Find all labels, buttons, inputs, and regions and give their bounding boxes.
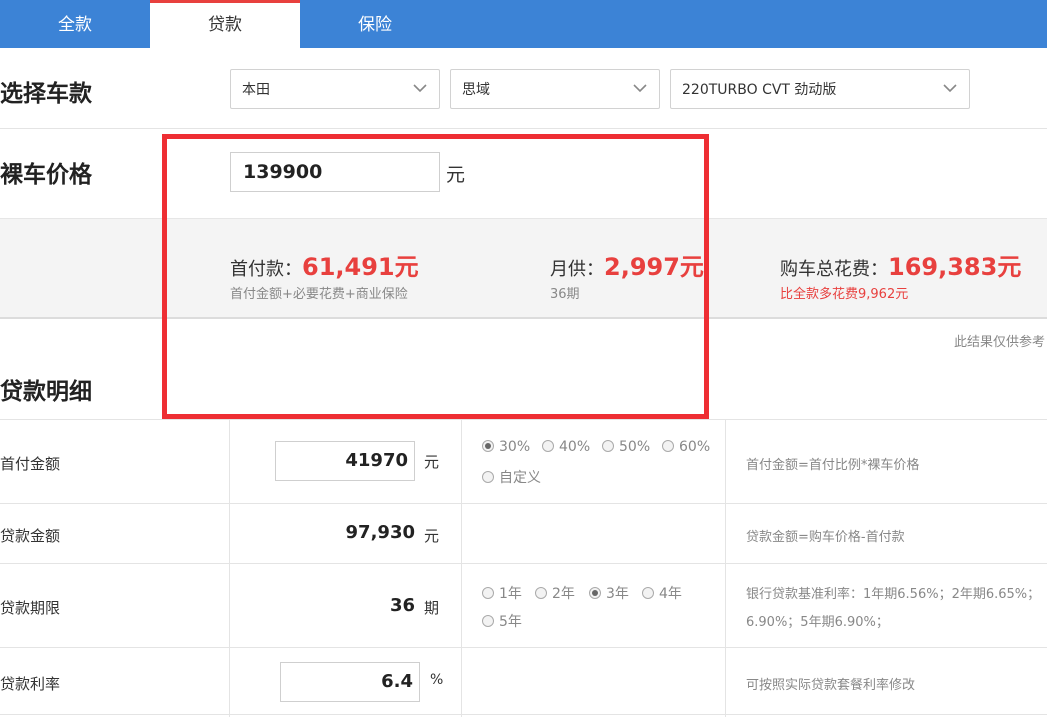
loan-amount-unit: 元 bbox=[424, 527, 440, 545]
series-select[interactable]: 思域 bbox=[450, 69, 660, 109]
model-select[interactable]: 220TURBO CVT 劲动版 bbox=[670, 69, 970, 109]
loan-rate-input[interactable]: 6.4 bbox=[280, 662, 420, 702]
column-divider bbox=[229, 420, 230, 717]
total-label: 购车总花费： bbox=[780, 259, 888, 280]
price-input[interactable]: 139900 bbox=[230, 152, 440, 192]
tab-loan[interactable]: 贷款 bbox=[150, 0, 300, 48]
radio-icon bbox=[535, 587, 547, 599]
radio-label: 50% bbox=[619, 439, 651, 455]
down-payment-value: 61,491元 bbox=[302, 253, 419, 281]
chevron-down-icon bbox=[633, 84, 647, 93]
divider bbox=[0, 647, 1047, 648]
term-2-year-radio[interactable]: 2年 bbox=[535, 583, 575, 603]
down-payment-label: 首付款： bbox=[230, 259, 302, 280]
radio-label: 5年 bbox=[499, 614, 522, 630]
radio-label: 1年 bbox=[499, 586, 522, 602]
term-5-year-radio[interactable]: 5年 bbox=[482, 611, 522, 631]
down-amount-label: 首付金额 bbox=[0, 455, 61, 473]
column-divider bbox=[461, 420, 462, 717]
chevron-down-icon bbox=[413, 84, 427, 93]
radio-label: 3年 bbox=[606, 586, 629, 602]
select-car-title: 选择车款 bbox=[0, 81, 92, 107]
disclaimer-note: 此结果仅供参考 bbox=[953, 335, 1045, 350]
divider bbox=[0, 419, 1047, 420]
tab-insurance[interactable]: 保险 bbox=[300, 0, 450, 48]
loan-term-label: 贷款期限 bbox=[0, 599, 61, 617]
loan-amount-hint: 贷款金额=购车价格-首付款 bbox=[746, 530, 905, 545]
divider bbox=[0, 563, 1047, 564]
radio-icon bbox=[642, 587, 654, 599]
monthly-value: 2,997元 bbox=[604, 253, 704, 281]
brand-select[interactable]: 本田 bbox=[230, 69, 440, 109]
down-amount-hint: 首付金额=首付比例*裸车价格 bbox=[746, 458, 920, 473]
down-amount-unit: 元 bbox=[424, 453, 440, 471]
price-unit: 元 bbox=[446, 164, 466, 186]
term-4-year-radio[interactable]: 4年 bbox=[642, 583, 682, 603]
total-value: 169,383元 bbox=[888, 253, 1022, 281]
down-ratio-30-radio[interactable]: 30% bbox=[482, 439, 530, 455]
radio-icon bbox=[482, 471, 494, 483]
down-ratio-50-radio[interactable]: 50% bbox=[602, 439, 650, 455]
loan-rate-unit: % bbox=[430, 672, 444, 688]
radio-label: 2年 bbox=[552, 586, 575, 602]
divider bbox=[0, 503, 1047, 504]
tab-bar: 全款 贷款 保险 bbox=[0, 0, 1047, 48]
radio-icon bbox=[482, 587, 494, 599]
loan-term-hint-line1: 银行贷款基准利率：1年期6.56%；2年期6.65%； bbox=[746, 587, 1041, 602]
monthly-label: 月供： bbox=[550, 259, 604, 280]
series-select-value: 思域 bbox=[462, 82, 490, 98]
radio-label: 30% bbox=[499, 439, 531, 455]
divider bbox=[0, 714, 1047, 715]
radio-icon bbox=[662, 440, 674, 452]
loan-term-hint-line2: 6.90%；5年期6.90%； bbox=[746, 615, 889, 630]
radio-label: 自定义 bbox=[499, 470, 541, 486]
radio-icon bbox=[482, 615, 494, 627]
price-title: 裸车价格 bbox=[0, 162, 92, 188]
column-divider bbox=[725, 420, 726, 717]
loan-rate-hint: 可按照实际贷款套餐利率修改 bbox=[746, 678, 916, 693]
term-3-year-radio[interactable]: 3年 bbox=[589, 583, 629, 603]
loan-rate-label: 贷款利率 bbox=[0, 675, 61, 693]
radio-label: 4年 bbox=[659, 586, 682, 602]
radio-icon bbox=[542, 440, 554, 452]
monthly-note: 36期 bbox=[550, 287, 580, 302]
chevron-down-icon bbox=[943, 84, 957, 93]
term-1-year-radio[interactable]: 1年 bbox=[482, 583, 522, 603]
total-note: 比全款多花费9,962元 bbox=[780, 287, 909, 302]
down-ratio-60-radio[interactable]: 60% bbox=[662, 439, 710, 455]
down-ratio-40-radio[interactable]: 40% bbox=[542, 439, 590, 455]
down-payment-summary: 首付款：61,491元 bbox=[230, 247, 419, 282]
radio-icon bbox=[589, 587, 601, 599]
divider bbox=[0, 128, 1047, 129]
tab-full-payment[interactable]: 全款 bbox=[0, 0, 150, 48]
result-summary: 首付款：61,491元 首付金额+必要花费+商业保险 月供：2,997元 36期… bbox=[0, 218, 1047, 319]
loan-details-title: 贷款明细 bbox=[0, 379, 92, 405]
loan-term-value: 36 bbox=[389, 595, 415, 616]
down-payment-note: 首付金额+必要花费+商业保险 bbox=[230, 287, 408, 302]
down-ratio-custom-radio[interactable]: 自定义 bbox=[482, 467, 541, 487]
model-select-value: 220TURBO CVT 劲动版 bbox=[682, 82, 837, 98]
loan-amount-label: 贷款金额 bbox=[0, 527, 61, 545]
loan-term-unit: 期 bbox=[424, 599, 440, 617]
brand-select-value: 本田 bbox=[242, 82, 270, 98]
radio-label: 60% bbox=[679, 439, 711, 455]
total-summary: 购车总花费：169,383元 bbox=[780, 247, 1021, 282]
down-amount-input[interactable]: 41970 bbox=[275, 441, 415, 481]
radio-label: 40% bbox=[559, 439, 591, 455]
radio-icon bbox=[602, 440, 614, 452]
monthly-summary: 月供：2,997元 bbox=[550, 247, 704, 282]
loan-amount-value: 97,930 bbox=[345, 522, 415, 543]
radio-icon bbox=[482, 440, 494, 452]
